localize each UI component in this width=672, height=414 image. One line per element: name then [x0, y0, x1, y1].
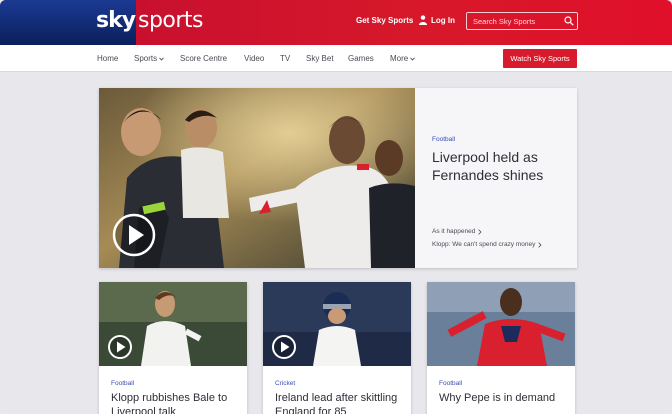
nav-tv[interactable]: TV [280, 54, 290, 63]
logo-sports[interactable]: sports [138, 8, 204, 33]
card-image[interactable] [427, 282, 575, 366]
user-icon [419, 15, 427, 25]
page: sky sports Get Sky Sports Log In Home Sp… [0, 0, 672, 414]
news-card[interactable]: Football Why Pepe is in demand [427, 282, 575, 414]
hero-link-label: Klopp: We can't spend crazy money [432, 241, 536, 248]
login-link[interactable]: Log In [419, 15, 455, 25]
hero-card[interactable]: Football Liverpool held as Fernandes shi… [99, 88, 577, 268]
nav-home-label: Home [97, 54, 119, 63]
play-icon[interactable] [111, 212, 157, 258]
nav-video[interactable]: Video [244, 54, 264, 63]
news-card[interactable]: Football Klopp rubbishes Bale to Liverpo… [99, 282, 247, 414]
card-image[interactable] [263, 282, 411, 366]
nav-score-centre-label: Score Centre [180, 54, 228, 63]
card-category[interactable]: Football [111, 380, 134, 387]
hero-headline[interactable]: Liverpool held as Fernandes shines [432, 148, 572, 184]
nav-score-centre[interactable]: Score Centre [180, 54, 227, 63]
hero-link-klopp[interactable]: Klopp: We can't spend crazy money [432, 241, 542, 248]
watch-sky-sports-button[interactable]: Watch Sky Sports [503, 49, 577, 68]
card-headline[interactable]: Klopp rubbishes Bale to Liverpool talk [111, 391, 245, 414]
nav-home[interactable]: Home [97, 54, 118, 63]
card-image[interactable] [99, 282, 247, 366]
login-label: Log In [431, 15, 455, 25]
nav-video-label: Video [244, 54, 265, 63]
chevron-down-icon [159, 56, 164, 61]
logo-sky[interactable]: sky [96, 8, 136, 33]
hero-text-panel: Football Liverpool held as Fernandes shi… [415, 88, 577, 268]
play-icon[interactable] [271, 334, 297, 360]
nav-more-label: More [390, 54, 409, 63]
nav-games-label: Games [348, 54, 374, 63]
chevron-right-icon [538, 241, 542, 248]
nav-more[interactable]: More [390, 54, 416, 63]
top-header: sky sports Get Sky Sports Log In [0, 0, 672, 45]
chevron-down-icon [410, 56, 416, 61]
chevron-right-icon [478, 228, 482, 235]
card-headline[interactable]: Ireland lead after skittling England for… [275, 391, 409, 414]
hero-link-as-it-happened[interactable]: As it happened [432, 228, 482, 235]
card-category[interactable]: Football [439, 380, 462, 387]
nav-sky-bet[interactable]: Sky Bet [306, 54, 334, 63]
nav-sports-label: Sports [134, 54, 158, 63]
nav-sky-bet-label: Sky Bet [306, 54, 334, 63]
card-photo [427, 282, 575, 366]
card-headline[interactable]: Why Pepe is in demand [439, 391, 573, 405]
hero-link-label: As it happened [432, 228, 476, 235]
hero-image[interactable] [99, 88, 415, 268]
play-icon[interactable] [107, 334, 133, 360]
hero-category[interactable]: Football [432, 136, 455, 143]
nav-tv-label: TV [280, 54, 291, 63]
nav-games[interactable]: Games [348, 54, 374, 63]
search-icon[interactable] [564, 16, 574, 26]
get-sky-sports-link[interactable]: Get Sky Sports [356, 16, 413, 25]
card-category[interactable]: Cricket [275, 380, 295, 387]
nav-sports[interactable]: Sports [134, 54, 164, 63]
news-card[interactable]: Cricket Ireland lead after skittling Eng… [263, 282, 411, 414]
search-input[interactable] [466, 12, 578, 30]
